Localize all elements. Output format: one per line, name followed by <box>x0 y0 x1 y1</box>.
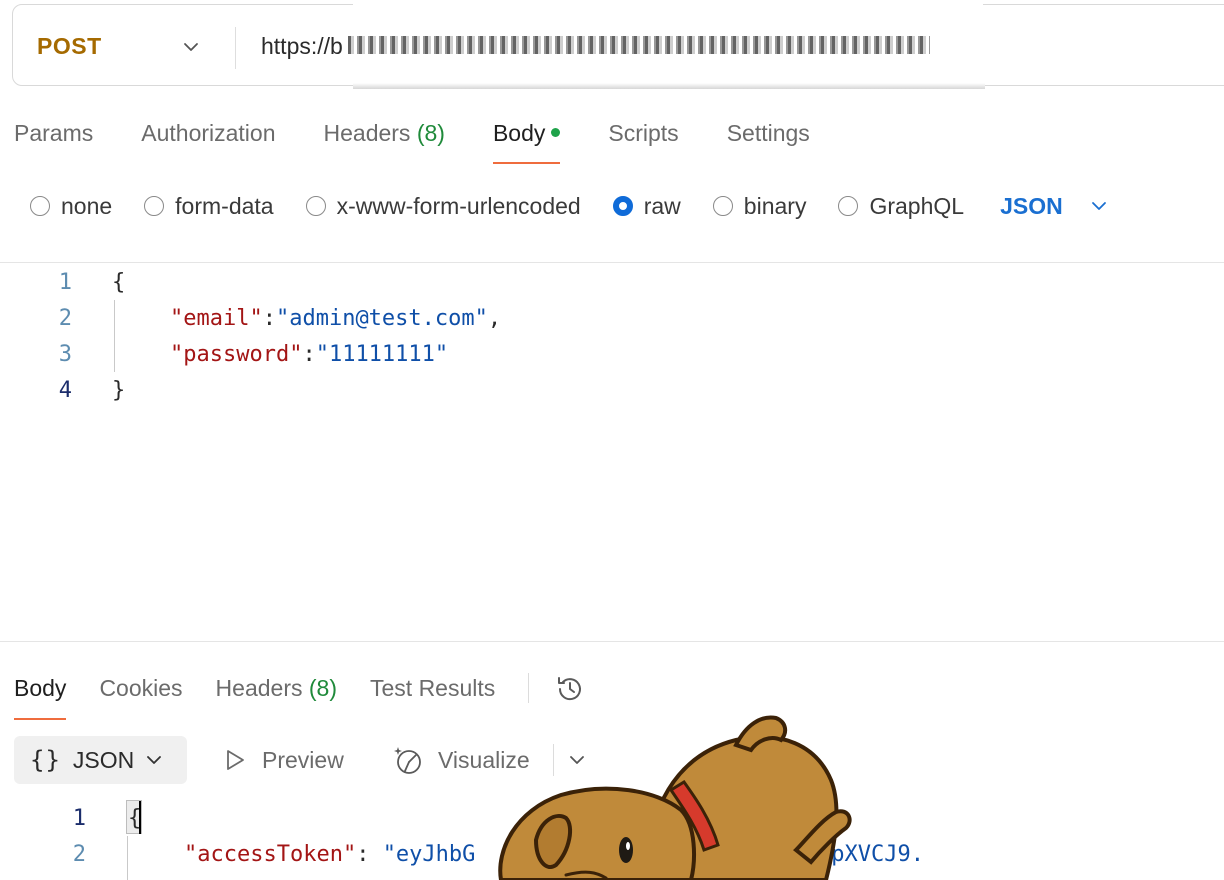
tab-scripts[interactable]: Scripts <box>608 120 678 166</box>
json-line-email: "email":"admin@test.com", <box>170 306 502 331</box>
radio-binary[interactable]: binary <box>712 190 806 222</box>
line-number: 2 <box>72 842 86 867</box>
tab-body[interactable]: Body <box>492 120 561 166</box>
radio-circle-icon <box>838 196 859 216</box>
indent-guide <box>127 836 128 880</box>
chevron-down-icon <box>147 756 162 764</box>
radio-circle-icon <box>305 196 326 216</box>
headers-count: (8) <box>416 120 445 146</box>
radio-graphql[interactable]: GraphQL <box>838 190 964 222</box>
pane-divider[interactable] <box>0 641 1224 642</box>
radio-circle-icon <box>30 196 50 216</box>
radio-selected-icon <box>612 196 633 216</box>
request-tabs: Params Authorization Headers (8) Body Sc… <box>14 120 858 168</box>
headers-count: (8) <box>308 675 337 701</box>
tab-authorization[interactable]: Authorization <box>141 120 275 166</box>
response-tab-test-results[interactable]: Test Results <box>370 673 495 719</box>
radio-circle-icon <box>144 196 165 216</box>
radio-form-data[interactable]: form-data <box>144 190 274 222</box>
preview-button[interactable]: Preview <box>222 740 344 780</box>
line-number: 1 <box>72 806 86 831</box>
body-type-options: none form-data x-www-form-urlencoded raw… <box>30 190 1109 222</box>
request-bar: POST https://b <box>12 0 1224 89</box>
method-select[interactable]: POST <box>37 33 102 60</box>
response-format-select[interactable]: {} JSON <box>14 736 187 784</box>
play-icon <box>227 750 244 770</box>
radio-none[interactable]: none <box>30 190 112 222</box>
text-cursor <box>139 801 141 834</box>
redaction-overlay-shadow <box>353 83 985 89</box>
tab-headers[interactable]: Headers (8) <box>324 120 445 166</box>
url-divider <box>235 27 236 69</box>
line-number: 4 <box>58 378 72 403</box>
radio-x-www-form-urlencoded[interactable]: x-www-form-urlencoded <box>305 190 581 222</box>
response-tab-headers[interactable]: Headers (8) <box>216 673 337 719</box>
redacted-url-portion <box>348 36 930 54</box>
separator <box>528 673 530 703</box>
divider <box>0 262 1224 263</box>
language-select[interactable]: JSON <box>1000 193 1109 220</box>
redaction-overlay <box>353 0 983 10</box>
indent-guide <box>114 300 115 372</box>
line-number: 1 <box>58 270 72 295</box>
dog-sticker-image <box>498 715 852 880</box>
modified-dot-icon <box>551 128 561 137</box>
braces-icon: {} <box>30 746 61 774</box>
tab-params[interactable]: Params <box>14 120 93 166</box>
radio-raw[interactable]: raw <box>612 190 681 222</box>
json-line-access-token: "accessToken": "eyJhbG <box>184 842 476 867</box>
url-input[interactable]: https://b <box>261 33 343 60</box>
line-number: 3 <box>58 342 72 367</box>
json-open-brace: { <box>112 270 126 295</box>
chevron-down-icon <box>1091 202 1106 210</box>
radio-circle-icon <box>712 196 733 216</box>
tab-settings[interactable]: Settings <box>727 120 810 166</box>
json-line-password: "password":"11111111" <box>170 342 449 367</box>
json-close-brace: } <box>112 378 126 403</box>
chevron-down-icon[interactable] <box>181 37 201 57</box>
response-tab-cookies[interactable]: Cookies <box>99 673 182 719</box>
visualize-icon <box>394 747 421 774</box>
response-tab-body[interactable]: Body <box>14 673 67 720</box>
line-number: 2 <box>58 306 72 331</box>
